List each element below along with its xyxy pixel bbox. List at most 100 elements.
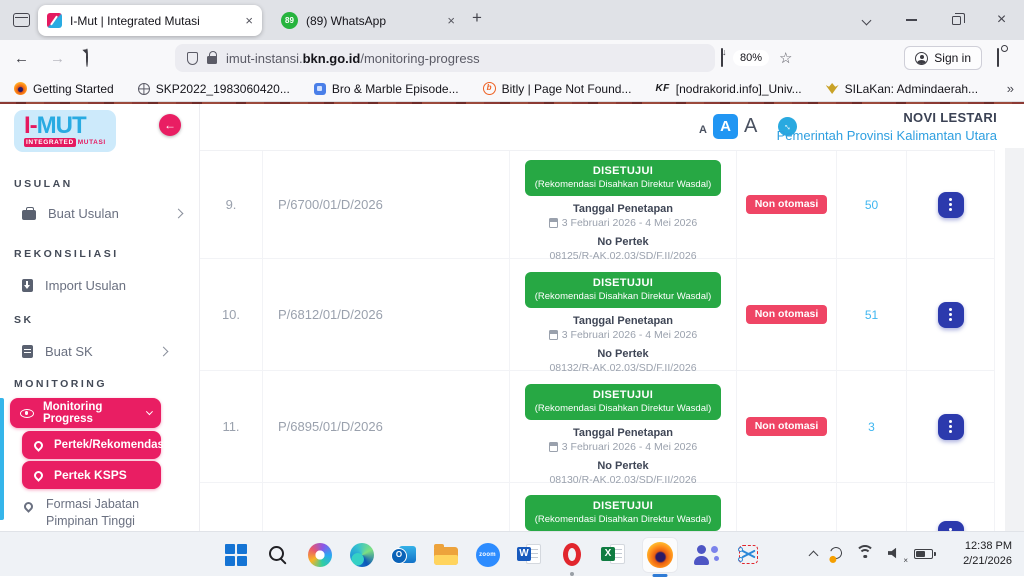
- sidebar-heading-rekonsiliasi: REKONSILIASI: [14, 248, 119, 260]
- font-size-small-button[interactable]: A: [699, 124, 707, 136]
- outlook-button[interactable]: [390, 537, 417, 573]
- bookmark-bitly[interactable]: b Bitly | Page Not Found...: [483, 82, 632, 96]
- bookmark-silakan[interactable]: SILaKan: Admindaerah...: [826, 82, 978, 96]
- status-badge: DISETUJUI (Rekomendasi Disahkan Direktur…: [525, 272, 721, 308]
- start-button[interactable]: [222, 537, 249, 573]
- firefox-button[interactable]: [642, 537, 678, 573]
- edge-icon: [350, 543, 374, 567]
- sidebar-heading-sk: SK: [14, 314, 34, 326]
- status-badge: DISETUJUI (Rekomendasi Disahkan Direktur…: [525, 160, 721, 196]
- sidebar-item-buat-usulan[interactable]: Buat Usulan: [22, 206, 182, 221]
- bookmarks-overflow-chevron[interactable]: »: [1007, 81, 1014, 96]
- tray-update-button[interactable]: [830, 546, 842, 564]
- battery-icon: [914, 549, 933, 559]
- tray-volume-button[interactable]: ×: [888, 546, 901, 564]
- garuda-icon: [826, 83, 839, 94]
- sign-in-label: Sign in: [934, 51, 971, 65]
- table-cell-status: DISETUJUI (Rekomendasi Disahkan Direktur…: [510, 483, 737, 531]
- minimize-button[interactable]: [889, 19, 934, 21]
- taskbar-search-button[interactable]: [264, 537, 291, 573]
- bookmark-bro-marble[interactable]: Bro & Marble Episode...: [314, 82, 459, 96]
- url-bar[interactable]: imut-instansi.bkn.go.id/monitoring-progr…: [175, 44, 715, 72]
- bookmark-skp2022[interactable]: SKP2022_1983060420...: [138, 82, 290, 96]
- close-tab-icon[interactable]: ×: [245, 13, 253, 28]
- snipping-tool-icon: [736, 542, 761, 567]
- sidebar-item-monitoring-progress[interactable]: Monitoring Progress: [10, 398, 161, 428]
- chevron-right-icon: [158, 347, 168, 357]
- monitoring-table: 9. P/6700/01/D/2026 DISETUJUI (Rekomenda…: [200, 150, 995, 531]
- running-indicator: [570, 572, 574, 576]
- table-cell-count: 51: [837, 259, 907, 371]
- font-size-medium-button[interactable]: A: [713, 114, 738, 139]
- wifi-icon: [855, 545, 875, 559]
- back-button[interactable]: ←: [14, 50, 29, 67]
- zoom-app-button[interactable]: zoom: [474, 537, 501, 573]
- sidebar-item-buat-sk[interactable]: Buat SK: [22, 344, 182, 359]
- tray-wifi-button[interactable]: [855, 545, 875, 564]
- font-size-large-button[interactable]: A: [744, 115, 757, 138]
- imut-logo[interactable]: I-MUT INTEGRATEDMUTASI: [14, 110, 116, 152]
- shield-icon[interactable]: [187, 52, 198, 65]
- sidebar-item-import-usulan[interactable]: Import Usulan: [22, 278, 126, 293]
- bookmark-getting-started[interactable]: Getting Started: [14, 82, 114, 96]
- teams-button[interactable]: [693, 537, 720, 573]
- tab-title: I-Mut | Integrated Mutasi: [70, 14, 239, 28]
- tray-show-hidden-button[interactable]: [810, 546, 817, 564]
- whatsapp-icon: 89: [281, 12, 298, 29]
- taskbar-clock[interactable]: 12:38 PM 2/21/2026: [963, 539, 1012, 569]
- opera-button[interactable]: [558, 537, 585, 573]
- firefox-icon: [14, 82, 27, 95]
- row-actions-button[interactable]: [938, 192, 964, 218]
- user-name: NOVI LESTARI: [777, 110, 997, 125]
- status-badge: DISETUJUI (Rekomendasi Disahkan Direktur…: [525, 495, 721, 531]
- list-all-tabs-button[interactable]: [844, 17, 889, 24]
- sidebar-item-formasi-jabatan[interactable]: Formasi Jabatan Pimpinan Tinggi: [22, 496, 172, 530]
- lock-icon[interactable]: [207, 56, 217, 64]
- row-actions-button[interactable]: [938, 414, 964, 440]
- table-cell-no: 10.: [200, 259, 263, 371]
- firefox-view-button[interactable]: [10, 10, 32, 30]
- excel-button[interactable]: X: [600, 537, 627, 573]
- zoom-level-indicator[interactable]: 80%: [733, 50, 769, 66]
- chevron-up-icon: [809, 550, 819, 560]
- user-info[interactable]: NOVI LESTARI Pemerintah Provinsi Kaliman…: [777, 110, 997, 143]
- vertical-ellipsis-icon: [949, 203, 952, 206]
- pin-icon: [32, 469, 45, 482]
- import-icon: [22, 279, 33, 292]
- snipping-tool-button[interactable]: [735, 537, 762, 573]
- close-tab-icon[interactable]: ×: [447, 13, 455, 28]
- row-actions-button[interactable]: [938, 521, 964, 531]
- table-cell-count: [837, 483, 907, 531]
- word-button[interactable]: W: [516, 537, 543, 573]
- sidebar-item-pertek-rekomendasi[interactable]: Pertek/Rekomendasi: [22, 431, 161, 459]
- new-tab-button[interactable]: +: [472, 8, 482, 28]
- clock-time: 12:38 PM: [963, 539, 1012, 554]
- copilot-button[interactable]: [306, 537, 333, 573]
- table-cell-nomor-usulan: P/6700/01/D/2026: [263, 151, 510, 259]
- sign-in-button[interactable]: Sign in: [904, 46, 982, 70]
- reload-button[interactable]: [86, 49, 88, 67]
- table-cell-otomasi: Non otomasi: [737, 151, 837, 259]
- extensions-button[interactable]: [997, 49, 999, 67]
- row-actions-button[interactable]: [938, 302, 964, 328]
- tab-whatsapp[interactable]: 89 (89) WhatsApp ×: [272, 5, 464, 36]
- file-explorer-button[interactable]: [432, 537, 459, 573]
- non-otomasi-badge: Non otomasi: [746, 305, 828, 324]
- sidebar-collapse-button[interactable]: ←: [159, 114, 181, 136]
- sync-update-icon: [828, 545, 844, 561]
- vertical-ellipsis-icon: [949, 425, 952, 428]
- pin-icon: [22, 500, 35, 513]
- folder-icon: [434, 547, 458, 565]
- close-window-button[interactable]: ×: [979, 11, 1024, 29]
- save-page-button[interactable]: [721, 49, 723, 67]
- calendar-icon: [549, 442, 558, 452]
- edge-button[interactable]: [348, 537, 375, 573]
- tab-imut[interactable]: I-Mut | Integrated Mutasi ×: [38, 5, 262, 36]
- sidebar-item-pertek-ksps[interactable]: Pertek KSPS: [22, 461, 161, 489]
- tray-battery-button[interactable]: [914, 546, 933, 564]
- bitly-icon: b: [483, 82, 496, 95]
- bookmark-star-icon[interactable]: ☆: [779, 49, 792, 67]
- restore-button[interactable]: [934, 16, 979, 25]
- page-scroll-gutter[interactable]: [1005, 148, 1024, 531]
- bookmark-nodrakorid[interactable]: KF [nodrakorid.info]_Univ...: [655, 82, 801, 96]
